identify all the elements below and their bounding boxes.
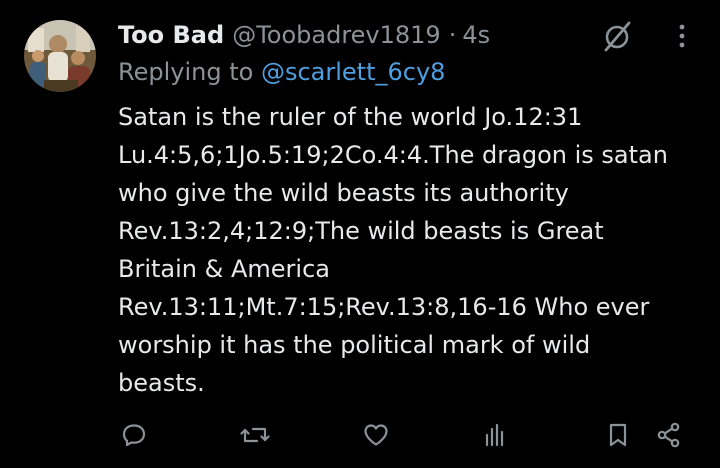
share-icon [657, 422, 680, 448]
reply-icon [122, 424, 146, 447]
display-name[interactable]: Too Bad [118, 21, 224, 49]
tweet-text-line: beasts. [118, 369, 205, 397]
tweet-text: Satan is the ruler of the world Jo.12:31… [118, 98, 708, 402]
replying-to-handle[interactable]: @scarlett_6cy8 [261, 58, 445, 86]
retweet-icon [240, 427, 270, 443]
heart-icon [364, 424, 388, 446]
avatar[interactable] [24, 20, 96, 92]
bookmark-button[interactable] [603, 420, 633, 450]
tweet-text-line: Britain & America [118, 255, 330, 283]
retweet-button[interactable] [240, 420, 270, 450]
bookmark-icon [609, 423, 627, 447]
tweet-text-line: worship it has the political mark of wil… [118, 331, 591, 359]
separator-dot: · [448, 21, 457, 49]
tweet-text-line: Lu.4:5,6;1Jo.5:19;2Co.4:4.The dragon is … [118, 141, 668, 169]
replying-to-line: Replying to @scarlett_6cy8 [118, 58, 445, 86]
tweet-text-line: Satan is the ruler of the world Jo.12:31 [118, 103, 583, 131]
like-button[interactable] [361, 420, 391, 450]
more-icon[interactable] [668, 22, 696, 50]
reply-button[interactable] [119, 420, 149, 450]
tweet-text-line: Rev.13:11;Mt.7:15;Rev.13:8,16-16 Who eve… [118, 293, 650, 321]
tweet-text-line: Rev.13:2,4;12:9;The wild beasts is Great [118, 217, 604, 245]
grok-icon[interactable] [600, 20, 636, 52]
tweet-text-line: who give the wild beasts its authority [118, 179, 569, 207]
tweet-card[interactable]: Too Bad @Toobadrev1819 · 4s Replying to … [0, 0, 720, 468]
share-button[interactable] [654, 420, 684, 450]
action-bar [0, 410, 720, 460]
timestamp[interactable]: 4s [462, 21, 490, 49]
user-handle[interactable]: @Toobadrev1819 [232, 21, 441, 49]
replying-to-prefix: Replying to [118, 58, 254, 86]
views-icon [485, 423, 504, 447]
views-button[interactable] [480, 420, 510, 450]
tweet-header: Too Bad @Toobadrev1819 · 4s [118, 18, 490, 52]
